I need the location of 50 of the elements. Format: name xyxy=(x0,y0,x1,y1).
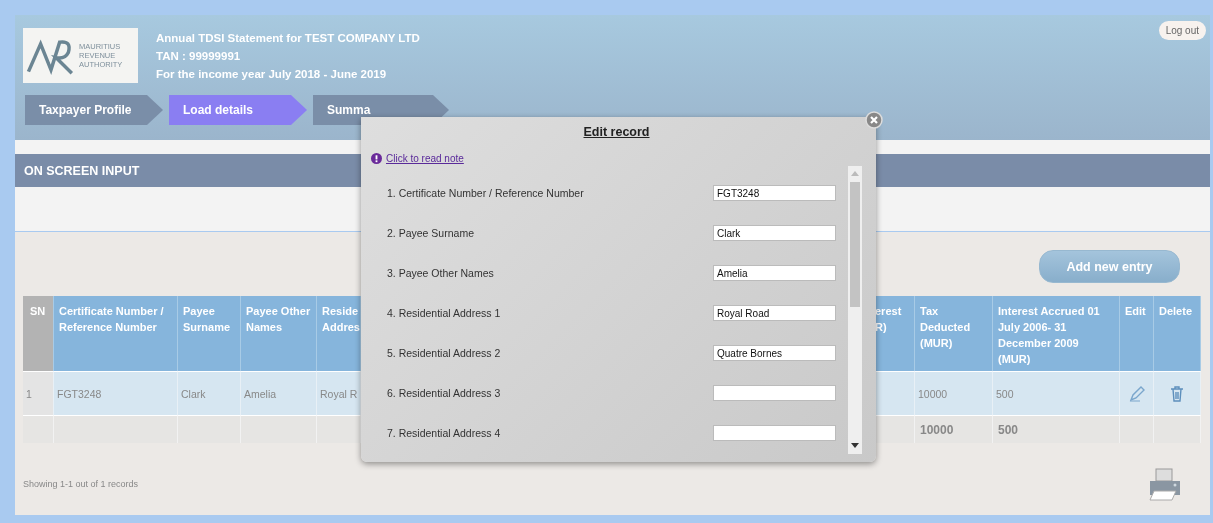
trash-icon[interactable] xyxy=(1168,384,1186,403)
scroll-down-icon[interactable] xyxy=(851,443,859,448)
field-label: 1. Certificate Number / Reference Number xyxy=(387,187,584,199)
input-field[interactable]: Quatre Bornes xyxy=(713,345,836,361)
total-cell xyxy=(317,415,361,443)
column-header: Tax Deducted (MUR) xyxy=(915,296,993,371)
note-link[interactable]: Click to read note xyxy=(386,153,464,164)
scrollbar[interactable] xyxy=(848,166,862,454)
table-cell: 10000 xyxy=(915,371,993,415)
field-label: 4. Residential Address 1 xyxy=(387,307,501,319)
dialog-title: Edit record xyxy=(583,125,650,139)
column-header: Delete xyxy=(1154,296,1201,371)
total-cell: 10000 xyxy=(915,415,993,443)
table-cell: Royal R xyxy=(317,371,361,415)
column-header: Interest Accrued 01 July 2006- 31 December 2009 (MUR) xyxy=(993,296,1120,371)
close-icon[interactable] xyxy=(865,111,883,129)
field-label: 7. Residential Address 4 xyxy=(387,427,501,439)
column-header: Payee Other Names xyxy=(241,296,317,371)
input-field[interactable]: FGT3248 xyxy=(713,185,836,201)
logout-button[interactable]: Log out xyxy=(1158,21,1206,40)
table-cell: FGT3248 xyxy=(54,371,178,415)
input-field[interactable] xyxy=(713,385,836,401)
field-label: 6. Residential Address 3 xyxy=(387,387,501,399)
table-cell: Clark xyxy=(178,371,241,415)
header-title: TAN : 99999991 xyxy=(156,48,242,64)
input-field[interactable]: Clark xyxy=(713,225,836,241)
column-header: Reside Addres xyxy=(317,296,361,371)
total-cell: 500 xyxy=(993,415,1120,443)
scroll-up-icon[interactable] xyxy=(851,171,859,176)
scroll-thumb[interactable] xyxy=(850,182,860,307)
column-header: SN xyxy=(23,296,54,371)
total-cell xyxy=(23,415,54,443)
table-cell: 500 xyxy=(993,371,1120,415)
header-title: Annual TDSI Statement for TEST COMPANY LTD xyxy=(156,30,420,46)
column-header: Edit xyxy=(1120,296,1154,371)
help-icon xyxy=(371,153,382,164)
input-field[interactable]: Royal Road xyxy=(713,305,836,321)
table-cell: 1 xyxy=(23,371,54,415)
total-cell xyxy=(178,415,241,443)
field-label: 3. Payee Other Names xyxy=(387,267,494,279)
column-header: Certificate Number / Reference Number xyxy=(54,296,178,371)
input-field[interactable]: Amelia xyxy=(713,265,836,281)
table-cell: Amelia xyxy=(241,371,317,415)
pencil-icon[interactable] xyxy=(1127,384,1146,403)
field-label: 5. Residential Address 2 xyxy=(387,347,501,359)
field-label: 2. Payee Surname xyxy=(387,227,474,239)
record-count: Showing 1-1 out of 1 records xyxy=(23,479,139,489)
column-header: Payee Surname xyxy=(178,296,241,371)
input-field[interactable] xyxy=(713,425,836,441)
header-title: For the income year July 2018 - June 2019 xyxy=(156,66,388,82)
